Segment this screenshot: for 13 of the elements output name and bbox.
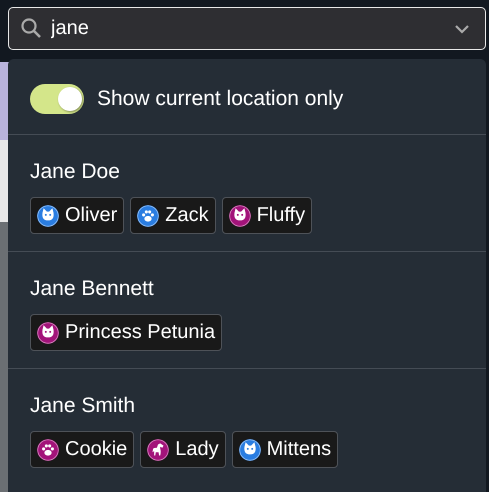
pet-chip[interactable]: Zack xyxy=(130,197,216,234)
pet-chip[interactable]: Mittens xyxy=(232,431,338,468)
pet-chip[interactable]: Oliver xyxy=(30,197,124,234)
owner-name: Jane Bennett xyxy=(30,277,155,301)
search-icon xyxy=(20,17,42,39)
pet-chip[interactable]: Lady xyxy=(140,431,226,468)
owner-name: Jane Doe xyxy=(30,160,121,184)
toggle-label: Show current location only xyxy=(97,87,344,111)
toggle-switch[interactable] xyxy=(30,84,84,114)
pet-chip[interactable]: Princess Petunia xyxy=(30,314,222,351)
pet-chip[interactable]: Fluffy xyxy=(222,197,312,234)
pet-chip[interactable]: Cookie xyxy=(30,431,134,468)
owner-name: Jane Smith xyxy=(30,394,136,418)
